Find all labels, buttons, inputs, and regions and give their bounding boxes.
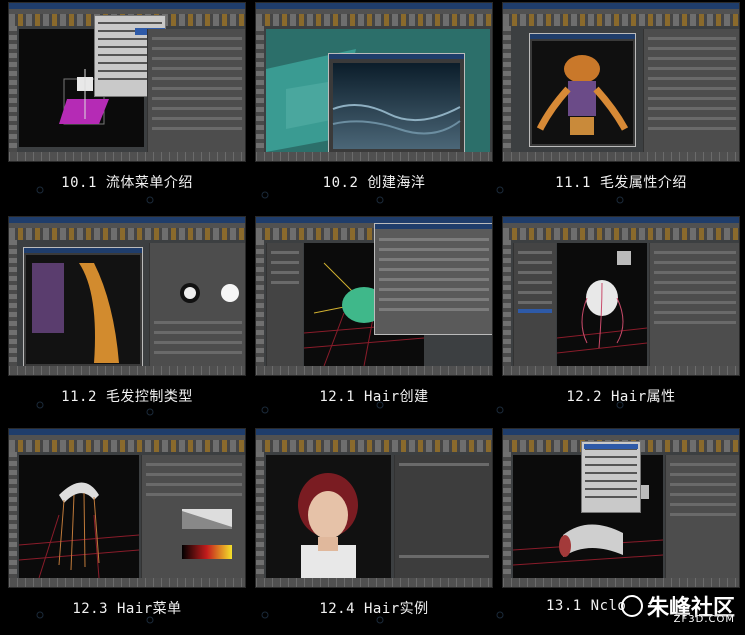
tutorial-thumbnail[interactable] xyxy=(255,2,493,162)
tutorial-caption: 12.1 Hair创建 xyxy=(319,389,429,405)
outliner-panel xyxy=(513,243,556,368)
tutorial-thumbnail[interactable] xyxy=(502,216,740,376)
tutorial-caption: 10.2 创建海洋 xyxy=(322,175,426,191)
tutorial-card[interactable]: 11.1 毛发属性介绍 xyxy=(502,2,740,205)
site-watermark: 朱峰社区 ZF3D.COM xyxy=(620,590,735,625)
create-hair-window[interactable] xyxy=(374,223,492,335)
attribute-panel xyxy=(149,243,245,368)
tutorial-thumbnail[interactable] xyxy=(502,428,740,588)
tutorial-thumbnail[interactable] xyxy=(255,216,493,376)
tutorial-grid: 10.1 流体菜单介绍 10.2 创建海洋 11.1 毛发属性介绍 11.2 毛… xyxy=(0,0,745,635)
tutorial-card[interactable]: 12.3 Hair菜单 xyxy=(8,428,246,631)
attribute-panel xyxy=(643,29,739,154)
tutorial-caption: 10.1 流体菜单介绍 xyxy=(61,175,193,191)
tutorial-thumbnail[interactable] xyxy=(8,2,246,162)
viewport xyxy=(18,455,140,579)
tutorial-caption: 12.2 Hair属性 xyxy=(566,389,676,405)
render-view-window[interactable] xyxy=(23,247,143,367)
attribute-panel xyxy=(147,29,245,154)
viewport xyxy=(556,243,648,366)
attribute-panel xyxy=(394,455,492,580)
tutorial-caption: 12.4 Hair实例 xyxy=(319,601,429,617)
tutorial-caption: 11.1 毛发属性介绍 xyxy=(555,175,687,191)
tutorial-card[interactable]: 12.2 Hair属性 xyxy=(502,216,740,419)
tutorial-card[interactable]: 12.4 Hair实例 xyxy=(255,428,493,631)
tutorial-card[interactable]: 10.2 创建海洋 xyxy=(255,2,493,205)
viewport xyxy=(266,455,391,578)
dropdown-menu[interactable] xyxy=(581,441,641,513)
render-view-window[interactable] xyxy=(328,53,465,155)
tutorial-card[interactable]: 11.2 毛发控制类型 xyxy=(8,216,246,419)
tutorial-card[interactable]: 10.1 流体菜单介绍 xyxy=(8,2,246,205)
tutorial-thumbnail[interactable] xyxy=(8,428,246,588)
render-view-window[interactable] xyxy=(529,33,636,147)
tutorial-caption: 11.2 毛发控制类型 xyxy=(61,389,193,405)
outliner-panel xyxy=(266,243,303,368)
tutorial-caption: 12.3 Hair菜单 xyxy=(72,601,182,617)
tutorial-thumbnail[interactable] xyxy=(502,2,740,162)
zf-logo-icon xyxy=(620,595,643,617)
tutorial-thumbnail[interactable] xyxy=(8,216,246,376)
attribute-panel xyxy=(141,455,245,580)
tutorial-card[interactable]: 12.1 Hair创建 xyxy=(255,216,493,419)
tutorial-thumbnail[interactable] xyxy=(255,428,493,588)
attribute-panel xyxy=(649,243,739,368)
attribute-panel xyxy=(665,455,739,580)
